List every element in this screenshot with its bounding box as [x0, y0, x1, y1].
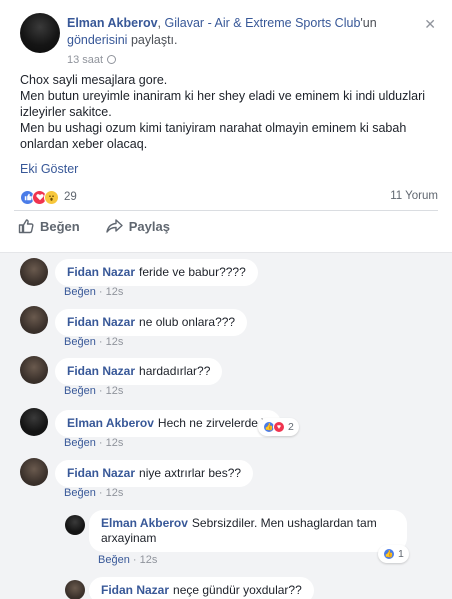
- comment-bubble: Elman Akberov Hech ne zirvelerde )): [55, 410, 282, 437]
- reply-bubble: Elman Akberov Sebrsizdiler. Men ushaglard…: [89, 510, 407, 552]
- comment-meta: Beğen · 12s: [64, 437, 124, 449]
- shared-post-link[interactable]: gönderisini: [67, 33, 127, 47]
- commenter-name[interactable]: Elman Akberov: [67, 416, 154, 430]
- reply-text-line-1: Sebrsizdiler. Men ushaglardan tam: [191, 516, 377, 530]
- reaction-count[interactable]: 29: [64, 191, 77, 203]
- comment-meta: Beğen · 12s: [64, 336, 124, 348]
- close-icon[interactable]: ✕: [424, 16, 436, 33]
- comment-time[interactable]: 12s: [106, 385, 124, 397]
- comment-text: niye axtrırlar bes??: [139, 466, 242, 480]
- comment-bubble: Fidan Nazar ne olub onlara???: [55, 309, 248, 336]
- club-suffix: 'un: [360, 16, 377, 30]
- commenter-avatar[interactable]: [20, 408, 48, 436]
- comment-time[interactable]: 12s: [106, 437, 124, 449]
- reply-avatar[interactable]: [65, 580, 85, 599]
- like-label[interactable]: Beğen: [40, 219, 80, 234]
- commenter-name[interactable]: Fidan Nazar: [67, 466, 135, 480]
- share-label[interactable]: Paylaş: [129, 219, 170, 234]
- comment-bubble: Fidan Nazar feride ve babur????: [55, 259, 258, 286]
- post-line-3: Men bu ushagi ozum kimi taniyiram naraha…: [20, 121, 407, 151]
- reply-text-line-2: arxayinam: [101, 531, 157, 545]
- comment-text: feride ve babur????: [139, 265, 246, 279]
- commenter-name[interactable]: Fidan Nazar: [67, 265, 135, 279]
- commenter-name[interactable]: Fidan Nazar: [67, 364, 135, 378]
- comment-meta: Beğen · 12s: [64, 286, 124, 298]
- comment-meta: Beğen · 12s: [64, 385, 124, 397]
- comment-text: ne olub onlara???: [139, 315, 236, 329]
- comment-like-link[interactable]: Beğen: [64, 286, 96, 298]
- thumbs-up-icon: [18, 219, 34, 234]
- comment-meta: Beğen · 12s: [64, 487, 124, 499]
- globe-icon: [107, 55, 117, 64]
- comment-bubble: Fidan Nazar hardadırlar??: [55, 358, 223, 385]
- comment-like-link[interactable]: Beğen: [64, 336, 96, 348]
- post-header: Elman Akberov, Gilavar - Air & Extreme S…: [67, 15, 417, 49]
- comment-reactions[interactable]: 👍 ♥ 2: [258, 418, 299, 436]
- reply-reactions[interactable]: 👍 1: [378, 545, 409, 563]
- commenter-avatar[interactable]: [20, 306, 48, 334]
- comment-like-link[interactable]: Beğen: [64, 437, 96, 449]
- comment-like-link[interactable]: Beğen: [64, 385, 96, 397]
- share-button[interactable]: Paylaş: [106, 218, 170, 234]
- comments-section: Fidan Nazar feride ve babur???? Beğen · 1…: [0, 252, 452, 599]
- author-avatar[interactable]: [20, 13, 60, 53]
- post-line-1: Chox sayli mesajlara gore.: [20, 73, 168, 87]
- reply-bubble: Fidan Nazar neçe gündür yoxdular??: [89, 577, 314, 599]
- comment-like-link[interactable]: Beğen: [64, 487, 96, 499]
- post-timestamp[interactable]: 13 saat: [67, 54, 117, 66]
- post-body: Chox sayli mesajlara gore. Men butun ure…: [20, 72, 440, 152]
- comment-reaction-count: 2: [288, 421, 294, 433]
- post-time-text[interactable]: 13 saat: [67, 54, 103, 66]
- post-actions: Beğen Paylaş: [18, 218, 196, 234]
- reply-author-name[interactable]: Fidan Nazar: [101, 583, 169, 597]
- reply-author-name[interactable]: Elman Akberov: [101, 516, 188, 530]
- post-line-2: Men butun ureyimle inaniram ki her shey …: [20, 89, 426, 119]
- reply-avatar[interactable]: [65, 515, 85, 535]
- post-card: Elman Akberov, Gilavar - Air & Extreme S…: [0, 0, 452, 252]
- reply-like-link[interactable]: Beğen: [98, 554, 130, 566]
- comment-text: hardadırlar??: [139, 364, 211, 378]
- love-reaction-icon: ♥: [273, 421, 285, 433]
- comment-time[interactable]: 12s: [106, 487, 124, 499]
- reply-meta: Beğen · 12s: [98, 554, 158, 566]
- comment-count-link[interactable]: 11 Yorum: [390, 190, 438, 202]
- header-separator: ,: [157, 16, 165, 30]
- shared-tail: paylaştı.: [127, 33, 178, 47]
- comment-time[interactable]: 12s: [106, 286, 124, 298]
- reply-reaction-count: 1: [398, 548, 404, 560]
- like-button[interactable]: Beğen: [18, 218, 80, 234]
- comment-text: Hech ne zirvelerde )): [157, 416, 270, 430]
- wow-reaction-icon: [44, 189, 59, 205]
- reply-time[interactable]: 12s: [140, 554, 158, 566]
- share-arrow-icon: [106, 219, 123, 233]
- commenter-avatar[interactable]: [20, 458, 48, 486]
- see-more-link[interactable]: Eki Göster: [20, 162, 78, 176]
- commenter-avatar[interactable]: [20, 258, 48, 286]
- like-reaction-icon: 👍: [383, 548, 395, 560]
- comment-time[interactable]: 12s: [106, 336, 124, 348]
- reply-text: neçe gündür yoxdular??: [173, 583, 302, 597]
- actions-divider: [14, 210, 438, 211]
- comment-bubble: Fidan Nazar niye axtrırlar bes??: [55, 460, 254, 487]
- commenter-avatar[interactable]: [20, 356, 48, 384]
- reaction-summary[interactable]: 29: [20, 189, 77, 205]
- club-link[interactable]: Gilavar - Air & Extreme Sports Club: [165, 16, 361, 30]
- author-name-link[interactable]: Elman Akberov: [67, 16, 158, 30]
- commenter-name[interactable]: Fidan Nazar: [67, 315, 135, 329]
